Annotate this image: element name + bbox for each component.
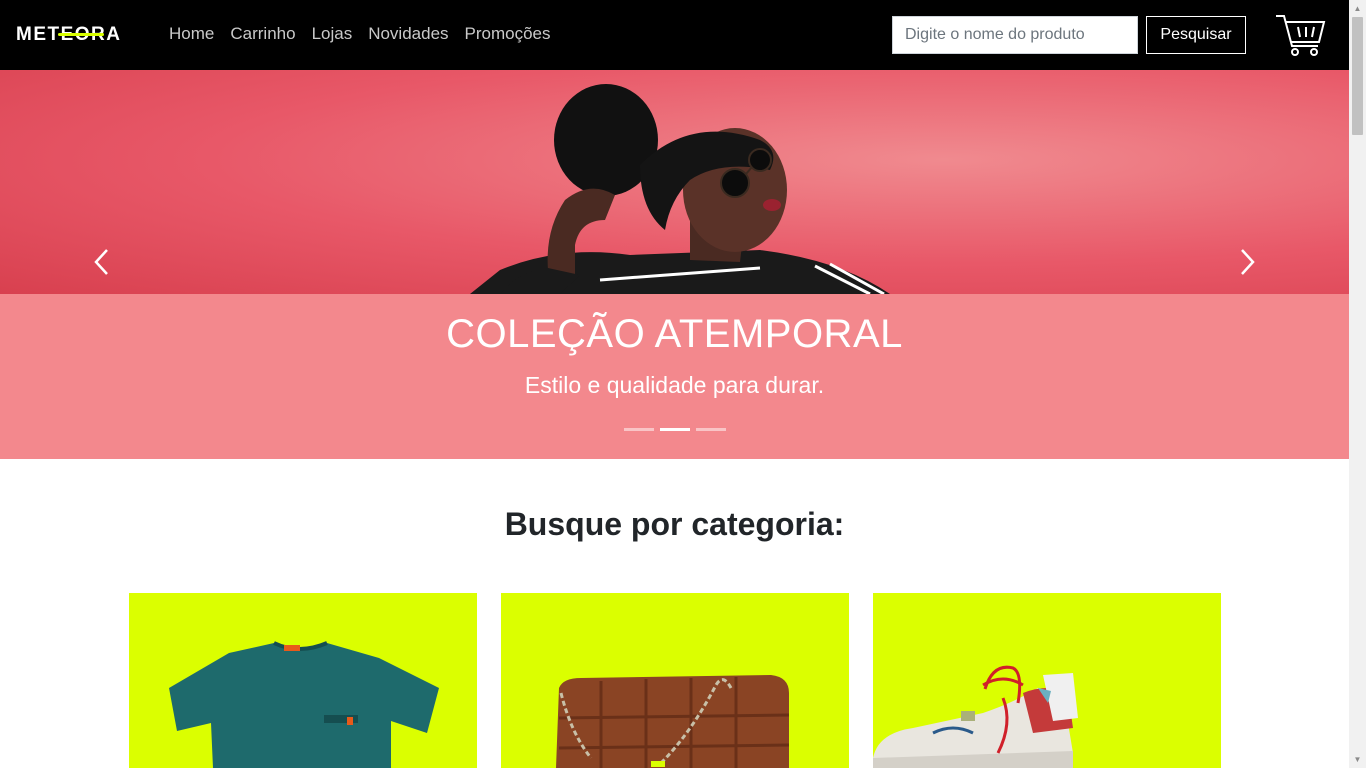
nav-link-home[interactable]: Home [169,24,214,44]
nav-link-carrinho[interactable]: Carrinho [230,24,295,44]
shopping-cart-icon[interactable] [1274,12,1326,58]
indicator-1[interactable] [624,428,654,431]
navbar: METEORA Home Carrinho Lojas Novidades Pr… [0,0,1349,70]
sneaker-image [873,665,1078,768]
category-card-handbag[interactable] [501,593,849,768]
search-button[interactable]: Pesquisar [1146,16,1246,54]
carousel-subtitle: Estilo e qualidade para durar. [524,372,825,398]
indicator-2[interactable] [660,428,690,431]
nav-links: Home Carrinho Lojas Novidades Promoções [169,24,551,44]
category-card-sneaker[interactable] [873,593,1221,768]
scroll-up-arrow-icon[interactable]: ▲ [1349,0,1366,17]
section-title: Busque por categoria: [504,506,845,542]
hero-image [0,70,1349,296]
logo-text: METEORA [16,24,122,45]
carousel-indicators [624,428,726,431]
category-cards [129,593,1221,768]
scroll-down-arrow-icon[interactable]: ▼ [1349,751,1366,768]
search-input[interactable] [892,16,1138,54]
handbag-image [556,675,790,768]
carousel-title: COLEÇÃO ATEMPORAL [446,312,903,356]
model-photo-illustration [470,84,890,296]
tshirt-image [169,641,439,768]
chevron-right-icon[interactable] [1233,242,1263,282]
nav-link-novidades[interactable]: Novidades [368,24,448,44]
page-scrollbar[interactable]: ▲ ▼ [1349,0,1366,768]
hero-carousel: COLEÇÃO ATEMPORAL Estilo e qualidade par… [0,70,1349,459]
chevron-left-icon[interactable] [87,242,117,282]
category-card-tshirt[interactable] [129,593,477,768]
logo-swoosh [58,33,104,36]
nav-link-promocoes[interactable]: Promoções [465,24,551,44]
scroll-thumb[interactable] [1352,17,1363,135]
indicator-3[interactable] [696,428,726,431]
nav-link-lojas[interactable]: Lojas [312,24,353,44]
brand-logo[interactable]: METEORA [16,24,122,46]
